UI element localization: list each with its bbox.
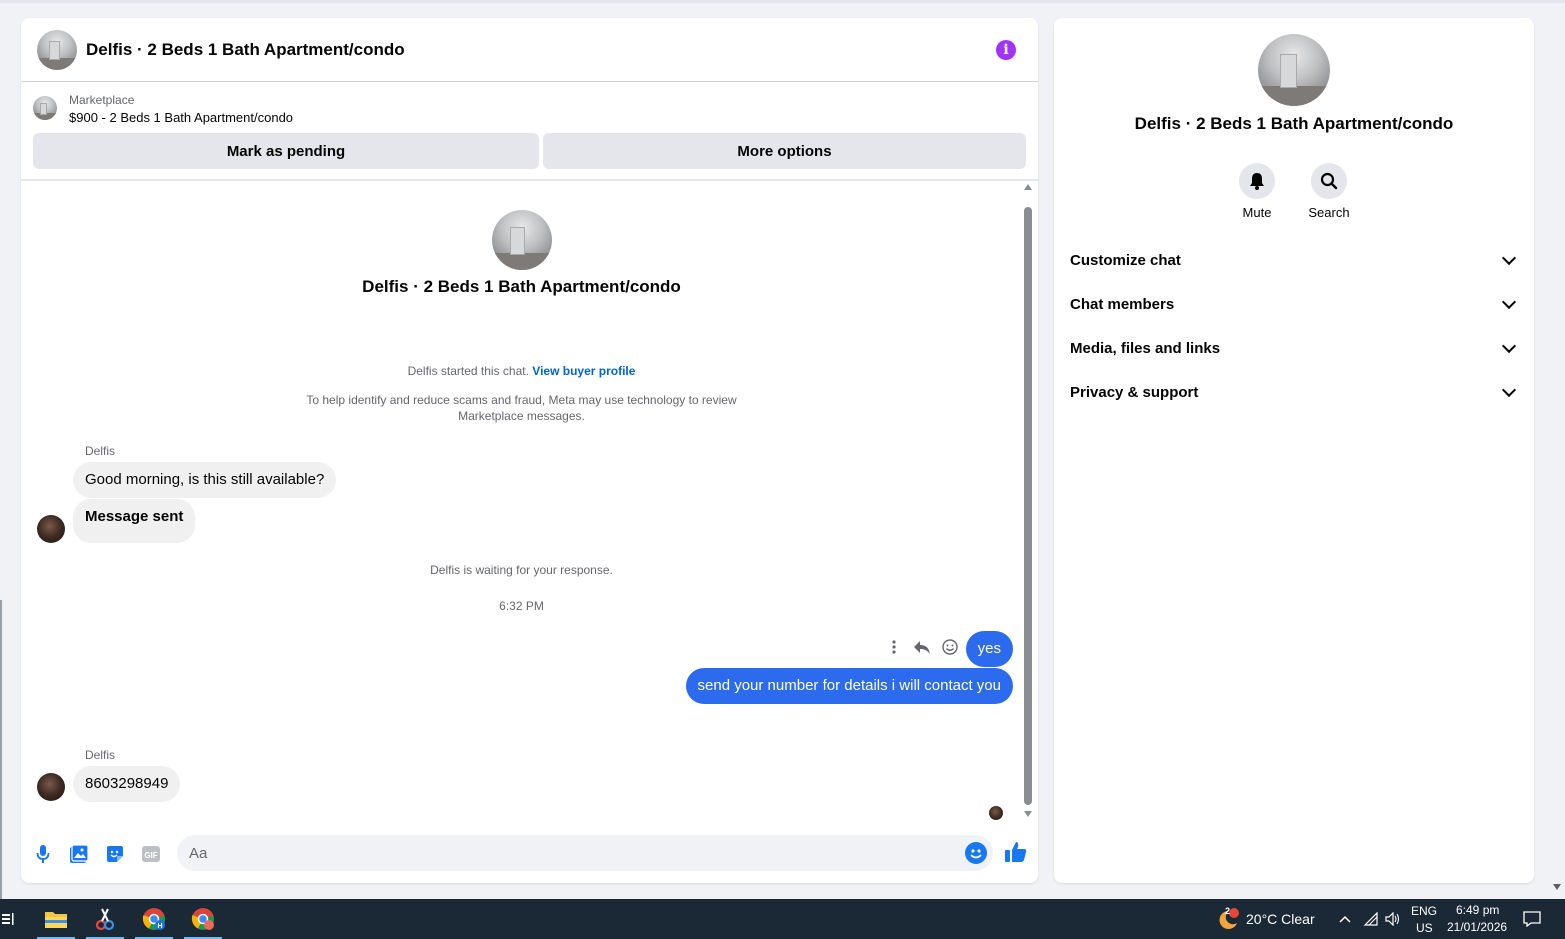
listing-title: $900 - 2 Beds 1 Bath Apartment/condo [69, 110, 294, 125]
svg-text:GIF: GIF [144, 851, 157, 860]
composer: GIF [21, 830, 1038, 876]
sticker-icon[interactable] [104, 843, 126, 865]
outgoing-message[interactable]: yes [965, 631, 1013, 667]
gif-icon[interactable]: GIF [140, 843, 162, 865]
notice-line-1: To help identify and reduce scams and fr… [306, 393, 737, 407]
snipping-tool-icon[interactable] [84, 899, 126, 939]
section-chat-members[interactable]: Chat members [1070, 282, 1518, 326]
bell-icon [1239, 163, 1275, 199]
read-receipt-avatar [989, 806, 1003, 820]
section-media-files-links[interactable]: Media, files and links [1070, 326, 1518, 370]
info-icon[interactable]: i [996, 40, 1016, 60]
message-input[interactable] [177, 835, 993, 871]
intro-title: Delfis · 2 Beds 1 Bath Apartment/condo [362, 277, 681, 296]
waiting-notice: Delfis is waiting for your response. [430, 563, 613, 577]
weather-text[interactable]: 20°C Clear [1246, 911, 1315, 927]
language-code[interactable]: ENG [1411, 904, 1437, 918]
incoming-message[interactable]: 8603298949 [73, 766, 181, 802]
section-label: Customize chat [1070, 251, 1181, 269]
reply-icon[interactable] [913, 638, 931, 656]
more-icon[interactable] [885, 638, 903, 656]
outgoing-message[interactable]: send your number for details i will cont… [685, 668, 1013, 704]
chevron-down-icon [1501, 338, 1517, 353]
header-divider [21, 179, 1038, 181]
sender-avatar[interactable] [37, 515, 65, 543]
listing-avatar[interactable] [37, 29, 77, 70]
notice-line-2: Marketplace messages. [458, 409, 585, 423]
listing-thumbnail [33, 96, 57, 120]
wifi-icon[interactable] [1362, 899, 1380, 939]
search-icon [1311, 163, 1347, 199]
section-label: Media, files and links [1070, 339, 1221, 357]
started-text: Delfis started this chat. [407, 364, 533, 378]
info-avatar[interactable] [1258, 34, 1330, 106]
more-options-button[interactable]: More options [543, 133, 1026, 169]
chevron-down-icon [1501, 294, 1517, 309]
scroll-down-arrow[interactable] [1024, 811, 1032, 817]
chevron-down-icon [1501, 382, 1517, 397]
like-icon[interactable] [1004, 840, 1030, 866]
chat-info-panel: Delfis · 2 Beds 1 Bath Apartment/condo M… [1054, 18, 1534, 883]
region-code[interactable]: US [1416, 921, 1433, 935]
file-explorer-icon[interactable] [35, 899, 77, 939]
marketplace-listing[interactable]: Marketplace $900 - 2 Beds 1 Bath Apartme… [33, 92, 293, 128]
chrome-icon[interactable] [182, 899, 224, 939]
photo-icon[interactable] [68, 843, 90, 865]
info-title: Delfis · 2 Beds 1 Bath Apartment/condo [1134, 114, 1454, 133]
emoji-icon[interactable] [965, 842, 987, 864]
weather-icon[interactable] [1212, 899, 1242, 939]
intro-avatar[interactable] [492, 210, 552, 270]
section-label: Chat members [1070, 295, 1175, 313]
chat-header: Delfis · 2 Beds 1 Bath Apartment/condo i [21, 18, 1038, 82]
message-actions [885, 638, 959, 656]
mark-pending-button[interactable]: Mark as pending [33, 133, 539, 169]
chevron-up-icon[interactable] [1336, 899, 1354, 939]
section-customize-chat[interactable]: Customize chat [1070, 238, 1518, 282]
microphone-icon[interactable] [32, 843, 54, 865]
window-edge [0, 600, 2, 900]
chat-started-notice: Delfis started this chat. View buyer pro… [21, 363, 1022, 379]
svg-text:H: H [157, 923, 162, 930]
chevron-down-icon [1501, 250, 1517, 265]
volume-icon[interactable] [1384, 899, 1402, 939]
search-label: Search [1308, 205, 1350, 220]
timestamp: 6:32 PM [499, 599, 544, 613]
sender-name: Delfis [85, 444, 116, 458]
page-scroll-down-arrow[interactable] [1553, 884, 1561, 890]
scroll-up-arrow[interactable] [1024, 184, 1032, 190]
mute-button[interactable]: Mute [1227, 163, 1287, 220]
marketplace-label: Marketplace [69, 93, 135, 107]
weather-badge: 2 [1225, 906, 1231, 916]
clock-date[interactable]: 21/01/2026 [1447, 920, 1507, 934]
notification-icon[interactable] [1520, 899, 1544, 939]
mute-label: Mute [1242, 205, 1272, 220]
top-divider [0, 0, 1565, 3]
sender-avatar[interactable] [37, 773, 65, 801]
view-buyer-profile-link[interactable]: View buyer profile [532, 364, 635, 378]
chat-title[interactable]: Delfis · 2 Beds 1 Bath Apartment/condo [86, 40, 405, 60]
scrollbar-thumb[interactable] [1024, 207, 1032, 805]
clock-time[interactable]: 6:49 pm [1456, 903, 1499, 917]
chat-panel: Delfis · 2 Beds 1 Bath Apartment/condo i… [21, 18, 1038, 883]
incoming-message[interactable]: Message sent [73, 499, 196, 543]
taskbar: H 2 20°C Clear ENG US 6:49 pm 21/01/2026 [0, 899, 1565, 939]
sender-name: Delfis [85, 748, 116, 762]
react-icon[interactable] [941, 638, 959, 656]
incoming-message[interactable]: Good morning, is this still available? [73, 462, 337, 498]
section-privacy-support[interactable]: Privacy & support [1070, 370, 1518, 414]
search-button[interactable]: Search [1299, 163, 1359, 220]
section-label: Privacy & support [1070, 383, 1199, 401]
chrome-profile-icon[interactable]: H [133, 899, 175, 939]
task-view-icon[interactable] [0, 899, 16, 939]
